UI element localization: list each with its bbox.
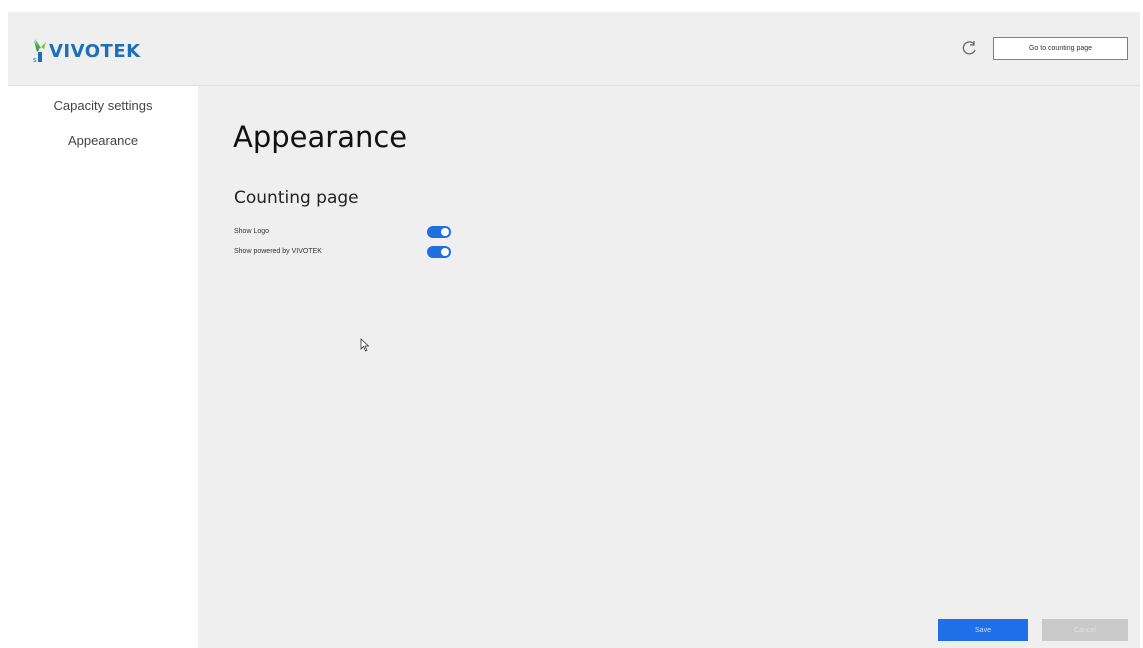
logo-text: VIVOTEK [49,40,141,62]
page-title: Appearance [233,120,408,154]
toggle-knob [441,248,449,256]
save-button[interactable]: Save [938,619,1028,641]
main-content: Appearance Counting page Show Logo Show … [198,86,1140,648]
go-to-counting-page-button[interactable]: Go to counting page [993,37,1128,60]
cancel-button[interactable]: Cancel [1042,619,1128,641]
sidebar: Capacity settings Appearance [8,86,198,648]
show-powered-by-label: Show powered by VIVOTEK [234,248,322,255]
show-powered-by-toggle[interactable] [427,246,451,258]
show-logo-label: Show Logo [234,228,270,235]
logo-mark-icon: s [33,39,46,64]
refresh-icon[interactable] [961,39,979,57]
toggle-knob [441,228,449,236]
sidebar-item-appearance[interactable]: Appearance [8,133,198,148]
svg-text:s: s [33,56,37,64]
vivotek-logo: s VIVOTEK [32,38,141,64]
app-window: s VIVOTEK Go to counting page Capacity s… [8,12,1140,648]
sidebar-item-capacity-settings[interactable]: Capacity settings [8,98,198,113]
header-bar: s VIVOTEK Go to counting page [8,12,1140,86]
section-title-counting-page: Counting page [234,188,359,208]
mouse-cursor-icon [360,338,370,352]
show-logo-toggle[interactable] [427,226,451,238]
